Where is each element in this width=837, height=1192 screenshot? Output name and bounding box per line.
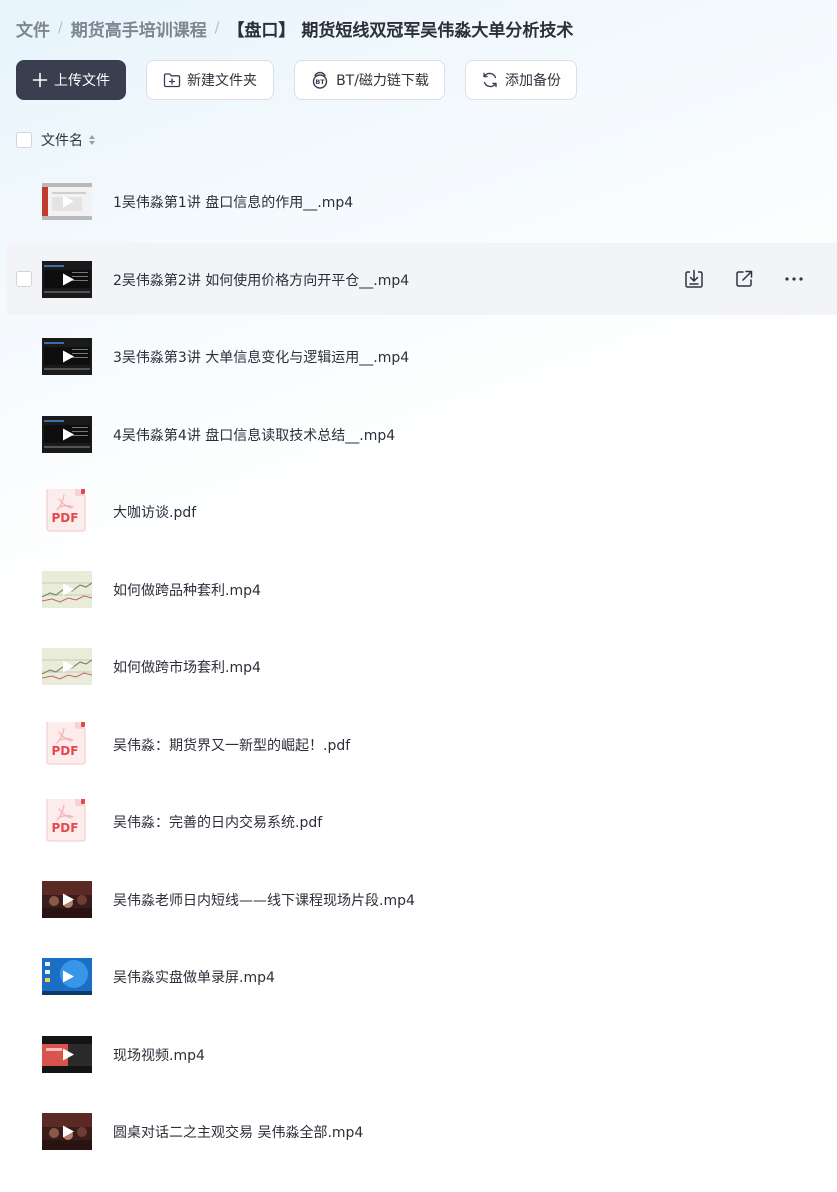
share-external-icon[interactable] — [732, 267, 756, 291]
file-row[interactable]: 1吴伟淼第1讲 盘口信息的作用__.mp4 — [6, 165, 837, 237]
video-thumbnail — [42, 1035, 92, 1073]
row-checkbox[interactable] — [16, 270, 32, 287]
page-title: 【盘口】 期货短线双冠军吴伟淼大单分析技术 — [227, 20, 574, 41]
file-row[interactable]: 如何做跨品种套利.mp4 — [6, 553, 837, 625]
video-thumbnail — [42, 648, 92, 685]
file-row[interactable]: PDF 吴伟淼：期货界又一新型的崛起！.pdf — [6, 708, 837, 780]
breadcrumb-item-files[interactable]: 文件 — [16, 16, 50, 41]
upload-button[interactable]: 上传文件 — [16, 60, 126, 100]
select-all-checkbox[interactable] — [16, 132, 32, 148]
file-name[interactable]: 圆桌对话二之主观交易 吴伟淼全部.mp4 — [113, 1122, 363, 1142]
bt-download-button[interactable]: BT BT/磁力链下载 — [294, 60, 445, 100]
list-header: 文件名 — [16, 130, 96, 150]
pdf-file-icon: PDF — [42, 721, 92, 772]
file-name[interactable]: 吴伟淼：完善的日内交易系统.pdf — [113, 812, 322, 832]
toolbar: 上传文件 新建文件夹 BT BT/磁力链下载 添加备份 — [16, 60, 577, 100]
file-name[interactable]: 如何做跨市场套利.mp4 — [113, 657, 261, 677]
backup-sync-icon — [481, 71, 499, 89]
pdf-file-icon: PDF — [42, 799, 92, 849]
breadcrumb-separator: / — [58, 20, 63, 36]
file-name[interactable]: 4吴伟淼第4讲 盘口信息读取技术总结__.mp4 — [113, 425, 395, 445]
row-actions — [682, 267, 806, 291]
video-thumbnail — [42, 880, 92, 918]
breadcrumb-separator: / — [214, 20, 220, 36]
video-thumbnail — [42, 415, 92, 453]
breadcrumb-item-course[interactable]: 期货高手培训课程 — [71, 16, 207, 41]
video-thumbnail — [42, 260, 92, 298]
video-thumbnail — [42, 1113, 92, 1150]
sort-icon[interactable] — [88, 134, 96, 146]
file-row[interactable]: 3吴伟淼第3讲 大单信息变化与逻辑运用__.mp4 — [6, 320, 837, 392]
more-dots-icon[interactable] — [782, 267, 806, 291]
pdf-file-icon: PDF — [42, 489, 92, 539]
filename-column-header[interactable]: 文件名 — [41, 130, 83, 150]
video-thumbnail — [42, 958, 92, 995]
file-name[interactable]: 吴伟淼：期货界又一新型的崛起！.pdf — [113, 735, 350, 755]
video-thumbnail — [42, 570, 92, 608]
file-name[interactable]: 1吴伟淼第1讲 盘口信息的作用__.mp4 — [113, 192, 353, 212]
svg-text:PDF: PDF — [52, 744, 79, 758]
file-name[interactable]: 现场视频.mp4 — [113, 1045, 205, 1065]
add-backup-button[interactable]: 添加备份 — [465, 60, 577, 100]
file-row[interactable]: 现场视频.mp4 — [6, 1018, 837, 1090]
breadcrumb: 文件 / 期货高手培训课程 / 【盘口】 期货短线双冠军吴伟淼大单分析技术 — [16, 14, 573, 42]
file-row[interactable]: 吴伟淼老师日内短线——线下课程现场片段.mp4 — [6, 863, 837, 935]
file-name[interactable]: 吴伟淼实盘做单录屏.mp4 — [113, 967, 275, 987]
file-name[interactable]: 大咖访谈.pdf — [113, 502, 196, 522]
file-list: 1吴伟淼第1讲 盘口信息的作用__.mp4 2吴伟淼第2讲 如何使用价格方向开平… — [6, 165, 837, 1173]
svg-text:PDF: PDF — [52, 821, 79, 835]
svg-text:PDF: PDF — [52, 511, 79, 525]
file-name[interactable]: 3吴伟淼第3讲 大单信息变化与逻辑运用__.mp4 — [113, 347, 409, 367]
file-row[interactable]: 如何做跨市场套利.mp4 — [6, 630, 837, 702]
video-thumbnail — [42, 338, 92, 375]
file-row[interactable]: 圆桌对话二之主观交易 吴伟淼全部.mp4 — [6, 1095, 837, 1167]
upload-button-label: 上传文件 — [54, 73, 110, 89]
new-folder-button-label: 新建文件夹 — [187, 73, 257, 89]
svg-text:BT: BT — [315, 78, 325, 86]
download-icon[interactable] — [682, 267, 706, 291]
video-thumbnail — [42, 183, 92, 220]
file-name[interactable]: 吴伟淼老师日内短线——线下课程现场片段.mp4 — [113, 890, 415, 910]
plus-icon — [32, 72, 48, 88]
file-row[interactable]: 2吴伟淼第2讲 如何使用价格方向开平仓__.mp4 — [6, 242, 837, 315]
file-row[interactable]: 4吴伟淼第4讲 盘口信息读取技术总结__.mp4 — [6, 398, 837, 470]
file-row[interactable]: PDF 大咖访谈.pdf — [6, 475, 837, 547]
file-row[interactable]: PDF 吴伟淼：完善的日内交易系统.pdf — [6, 785, 837, 857]
file-name[interactable]: 如何做跨品种套利.mp4 — [113, 580, 261, 600]
file-row[interactable]: 吴伟淼实盘做单录屏.mp4 — [6, 940, 837, 1012]
folder-plus-icon — [163, 72, 181, 88]
add-backup-button-label: 添加备份 — [505, 73, 561, 89]
bt-download-button-label: BT/磁力链下载 — [336, 73, 429, 89]
bt-icon: BT — [310, 71, 330, 89]
file-name[interactable]: 2吴伟淼第2讲 如何使用价格方向开平仓__.mp4 — [113, 270, 409, 290]
new-folder-button[interactable]: 新建文件夹 — [146, 60, 274, 100]
